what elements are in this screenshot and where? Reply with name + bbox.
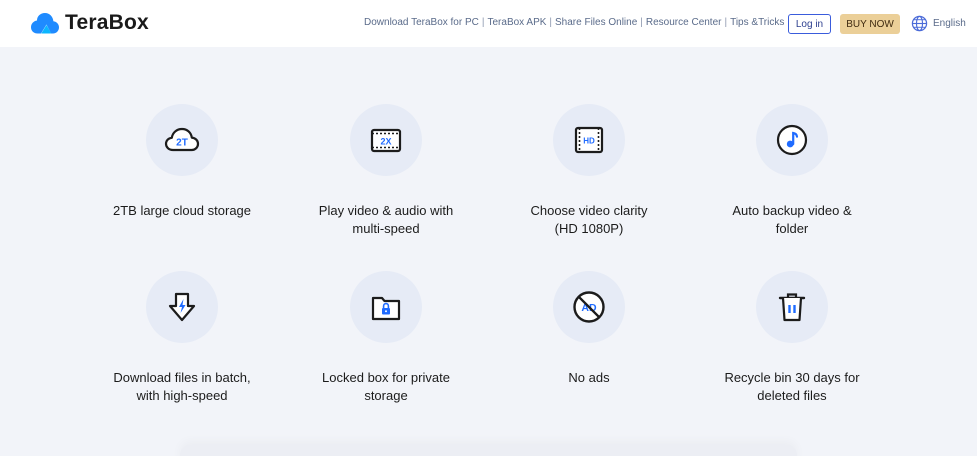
feature-label-line: with high-speed — [136, 388, 228, 403]
nav-separator: | — [549, 17, 553, 28]
nav-link-download-pc[interactable]: Download TeraBox for PC — [364, 17, 479, 28]
video-hd-icon: HD — [574, 126, 604, 154]
feature-label-line: Recycle bin 30 days for — [724, 370, 860, 385]
feature-icon-circle — [350, 271, 422, 343]
locked-folder-icon — [371, 296, 401, 321]
no-ads-icon: AD — [573, 291, 605, 323]
music-note-icon — [776, 124, 808, 156]
svg-text:HD: HD — [583, 137, 595, 146]
feature-label: Locked box for private storage — [286, 369, 486, 405]
nav-link-tips[interactable]: Tips &Tricks — [730, 17, 784, 28]
feature-icon-circle: 2X — [350, 104, 422, 176]
feature-label: Download files in batch, with high-speed — [82, 369, 282, 405]
feature-label-line: Auto backup video & — [732, 203, 852, 218]
feature-icon-circle: 2T — [146, 104, 218, 176]
feature-label-line: multi-speed — [352, 221, 420, 236]
trash-bin-icon — [778, 293, 806, 322]
svg-text:2X: 2X — [380, 137, 391, 147]
feature-batch-download: Download files in batch, with high-speed — [82, 271, 282, 405]
nav-separator: | — [481, 17, 485, 28]
feature-label-line: No ads — [568, 370, 610, 385]
buy-now-button[interactable]: BUY NOW — [840, 14, 900, 34]
nav-link-resource-center[interactable]: Resource Center — [646, 17, 722, 28]
feature-recycle-bin: Recycle bin 30 days for deleted files — [692, 271, 892, 405]
feature-label-line: Play video & audio with — [318, 203, 454, 218]
feature-label: Choose video clarity (HD 1080P) — [489, 202, 689, 238]
feature-label-line: Choose video clarity — [530, 203, 648, 218]
feature-icon-circle: HD — [553, 104, 625, 176]
feature-auto-backup: Auto backup video & folder — [692, 104, 892, 238]
feature-icon-circle — [756, 271, 828, 343]
top-header: TeraBox Download TeraBox for PC | TeraBo… — [0, 0, 977, 47]
feature-icon-circle — [756, 104, 828, 176]
terabox-logo-icon — [31, 13, 59, 34]
nav-separator: | — [640, 17, 643, 28]
video-2x-icon: 2X — [370, 128, 402, 153]
nav-separator: | — [724, 17, 728, 28]
language-label: English — [933, 18, 966, 29]
download-arrow-icon — [168, 292, 196, 322]
nav-link-apk[interactable]: TeraBox APK — [487, 17, 546, 28]
terabox-logo[interactable]: TeraBox — [30, 11, 149, 35]
nav-link-share-files[interactable]: Share Files Online — [555, 17, 637, 28]
feature-label-line: 2TB large cloud storage — [112, 203, 252, 218]
feature-label-line: deleted files — [757, 388, 827, 403]
feature-label-line: Download files in batch, — [113, 370, 251, 385]
feature-label: No ads — [489, 369, 689, 387]
feature-label: Recycle bin 30 days for deleted files — [692, 369, 892, 405]
brand-name: TeraBox — [65, 11, 149, 34]
feature-cloud-storage: 2T 2TB large cloud storage — [82, 104, 282, 220]
feature-no-ads: AD No ads — [489, 271, 689, 387]
feature-multi-speed: 2X Play video & audio with multi-speed — [286, 104, 486, 238]
feature-label: 2TB large cloud storage — [82, 202, 282, 220]
feature-label-line: Locked box for private — [322, 370, 450, 385]
feature-video-clarity: HD Choose video clarity (HD 1080P) — [489, 104, 689, 238]
feature-label-line: storage — [364, 388, 408, 403]
bottom-card-edge — [180, 445, 797, 456]
language-selector[interactable]: English — [911, 15, 966, 32]
feature-label-line: folder — [775, 221, 809, 236]
feature-icon-circle: AD — [553, 271, 625, 343]
top-nav: Download TeraBox for PC | TeraBox APK | … — [364, 17, 784, 28]
feature-label: Play video & audio with multi-speed — [286, 202, 486, 238]
feature-icon-circle — [146, 271, 218, 343]
login-button[interactable]: Log in — [788, 14, 831, 34]
feature-label-line: (HD 1080P) — [554, 221, 624, 236]
globe-icon — [911, 15, 928, 32]
feature-label: Auto backup video & folder — [692, 202, 892, 238]
cloud-2t-icon: 2T — [164, 127, 200, 152]
feature-locked-box: Locked box for private storage — [286, 271, 486, 405]
svg-text:2T: 2T — [176, 138, 188, 149]
